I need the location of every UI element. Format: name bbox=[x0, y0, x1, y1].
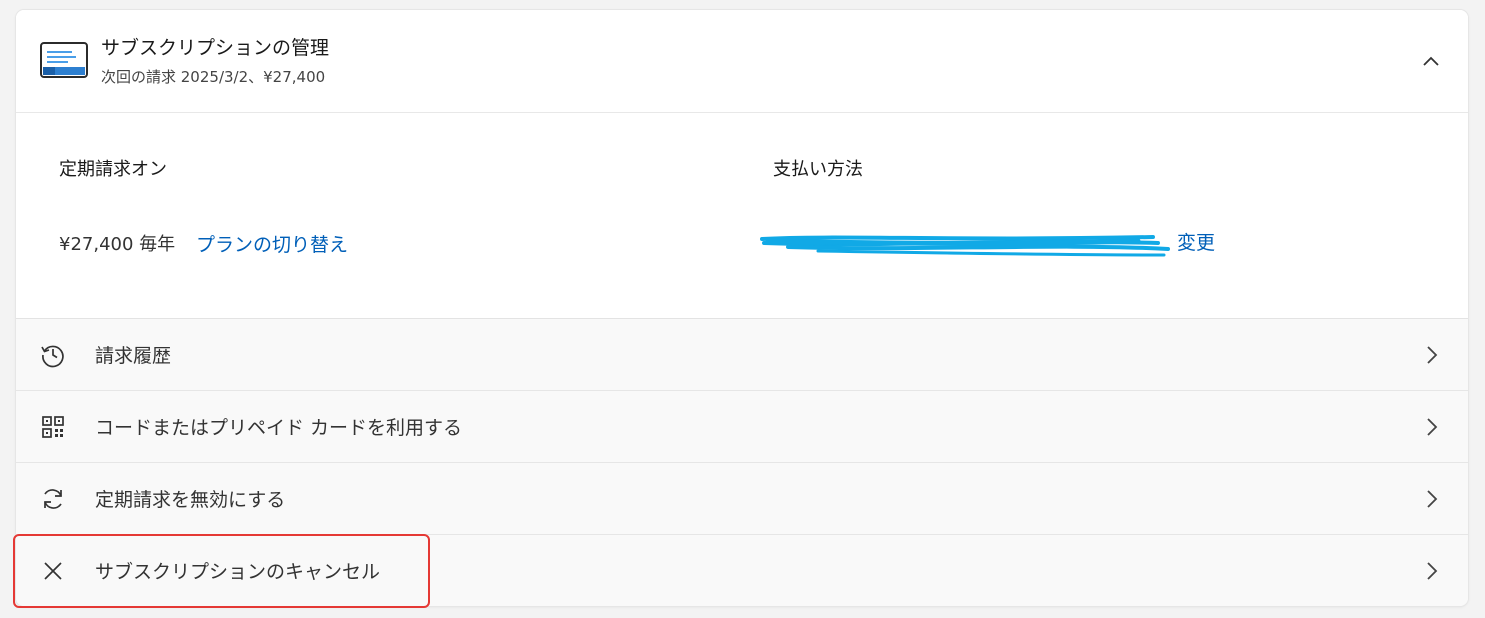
billing-history-row[interactable]: 請求履歴 bbox=[16, 319, 1468, 391]
row-label: 請求履歴 bbox=[95, 345, 172, 367]
billing-status-label: 定期請求オン bbox=[59, 159, 167, 180]
payment-method-label: 支払い方法 bbox=[773, 159, 863, 180]
redacted-payment-info bbox=[760, 235, 1170, 257]
redeem-code-row[interactable]: コードまたはプリペイド カードを利用する bbox=[16, 391, 1468, 463]
chevron-right-icon bbox=[1427, 346, 1438, 364]
chevron-right-icon bbox=[1427, 562, 1438, 580]
qr-code-icon bbox=[42, 416, 64, 438]
subscription-card: サブスクリプションの管理 次回の請求 2025/3/2、¥27,400 定期請求… bbox=[16, 10, 1468, 606]
subscription-header[interactable]: サブスクリプションの管理 次回の請求 2025/3/2、¥27,400 bbox=[16, 10, 1468, 113]
subscription-card-icon bbox=[40, 42, 88, 78]
chevron-up-icon bbox=[1423, 56, 1439, 66]
collapse-button[interactable] bbox=[1416, 46, 1446, 76]
row-label: サブスクリプションのキャンセル bbox=[95, 561, 381, 583]
row-label: 定期請求を無効にする bbox=[95, 489, 286, 511]
change-payment-link[interactable]: 変更 bbox=[1177, 228, 1215, 255]
disable-recurring-billing-row[interactable]: 定期請求を無効にする bbox=[16, 463, 1468, 535]
refresh-icon bbox=[44, 489, 62, 509]
history-icon bbox=[41, 345, 64, 368]
close-icon bbox=[44, 562, 62, 580]
next-billing-text: 次回の請求 2025/3/2、¥27,400 bbox=[101, 68, 326, 86]
chevron-right-icon bbox=[1427, 490, 1438, 508]
subscription-details: 定期請求オン ¥27,400 毎年 プランの切り替え 支払い方法 変更 bbox=[16, 113, 1468, 319]
price-text: ¥27,400 毎年 bbox=[59, 234, 176, 255]
switch-plan-link[interactable]: プランの切り替え bbox=[196, 230, 348, 257]
chevron-right-icon bbox=[1427, 418, 1438, 436]
page-title: サブスクリプションの管理 bbox=[101, 37, 330, 59]
row-label: コードまたはプリペイド カードを利用する bbox=[95, 417, 463, 439]
cancel-subscription-row[interactable]: サブスクリプションのキャンセル bbox=[16, 535, 1468, 606]
